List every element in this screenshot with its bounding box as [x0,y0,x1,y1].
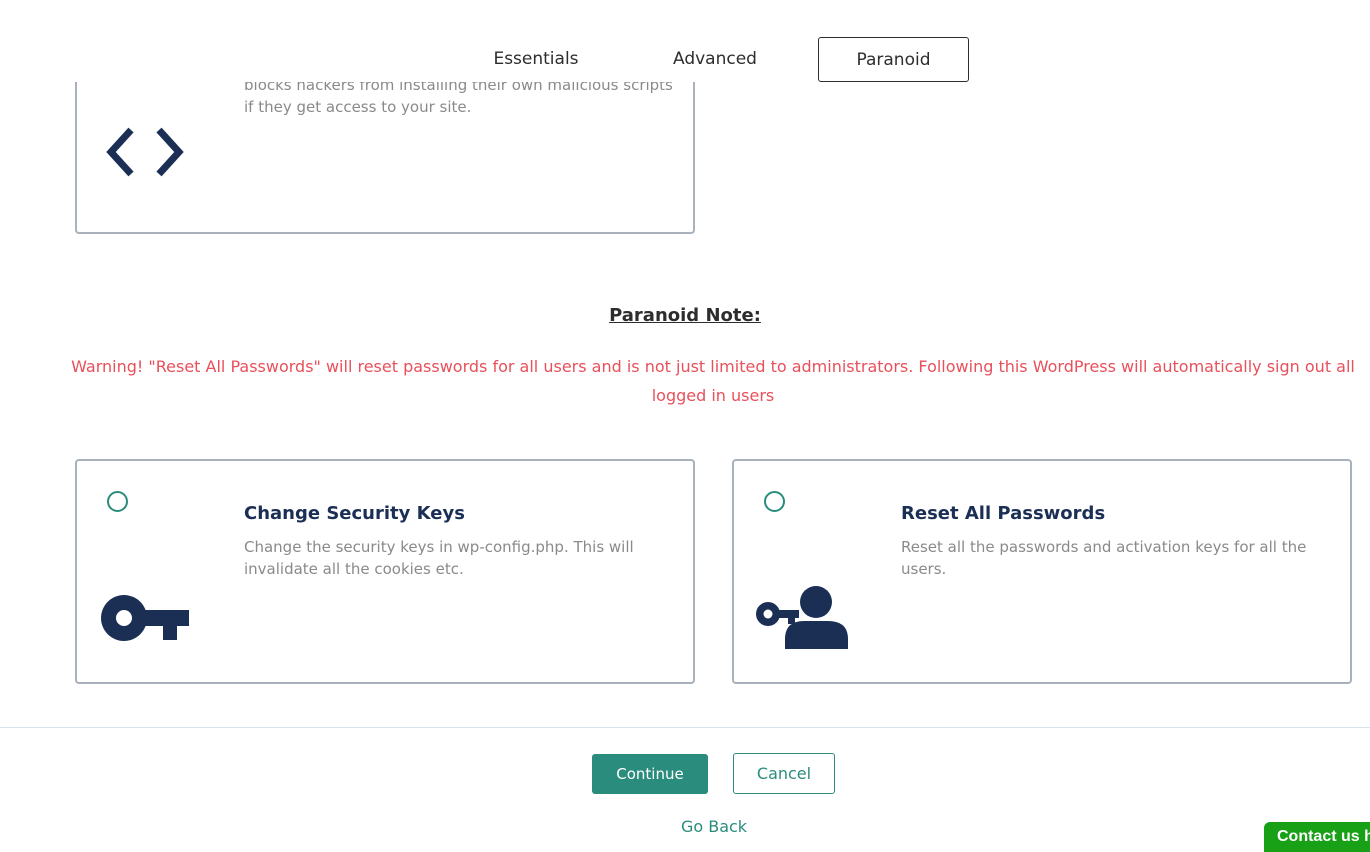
key-icon [101,595,189,641]
continue-button[interactable]: Continue [592,754,708,794]
tab-paranoid[interactable]: Paranoid [818,37,969,82]
scroll-clip: blocks hackers from installing their own… [0,82,1370,242]
tab-essentials[interactable]: Essentials [470,37,602,82]
contact-us-button[interactable]: Contact us h [1264,822,1370,852]
option-card-scripts[interactable]: blocks hackers from installing their own… [75,82,695,234]
option-card-change-security-keys[interactable]: Change Security Keys Change the security… [75,459,695,684]
option-card-reset-all-passwords[interactable]: Reset All Passwords Reset all the passwo… [732,459,1352,684]
divider [0,727,1370,728]
go-back-link[interactable]: Go Back [0,817,1370,836]
card-title: Reset All Passwords [901,503,1106,524]
cancel-button[interactable]: Cancel [733,753,835,794]
card-title: Change Security Keys [244,503,465,524]
user-key-icon [756,586,848,649]
code-brackets-icon [106,127,184,177]
radio-change-security-keys[interactable] [107,491,128,512]
radio-reset-all-passwords[interactable] [764,491,785,512]
paranoid-note-title: Paranoid Note: [609,305,761,326]
card-description: blocks hackers from installing their own… [244,82,673,116]
tab-bar: Essentials Advanced Paranoid [0,37,1370,82]
card-description: Change the security keys in wp-config.ph… [244,538,634,578]
card-description: Reset all the passwords and activation k… [901,538,1307,578]
paranoid-warning-text: Warning! "Reset All Passwords" will rese… [71,357,1355,405]
tab-advanced[interactable]: Advanced [650,37,780,82]
